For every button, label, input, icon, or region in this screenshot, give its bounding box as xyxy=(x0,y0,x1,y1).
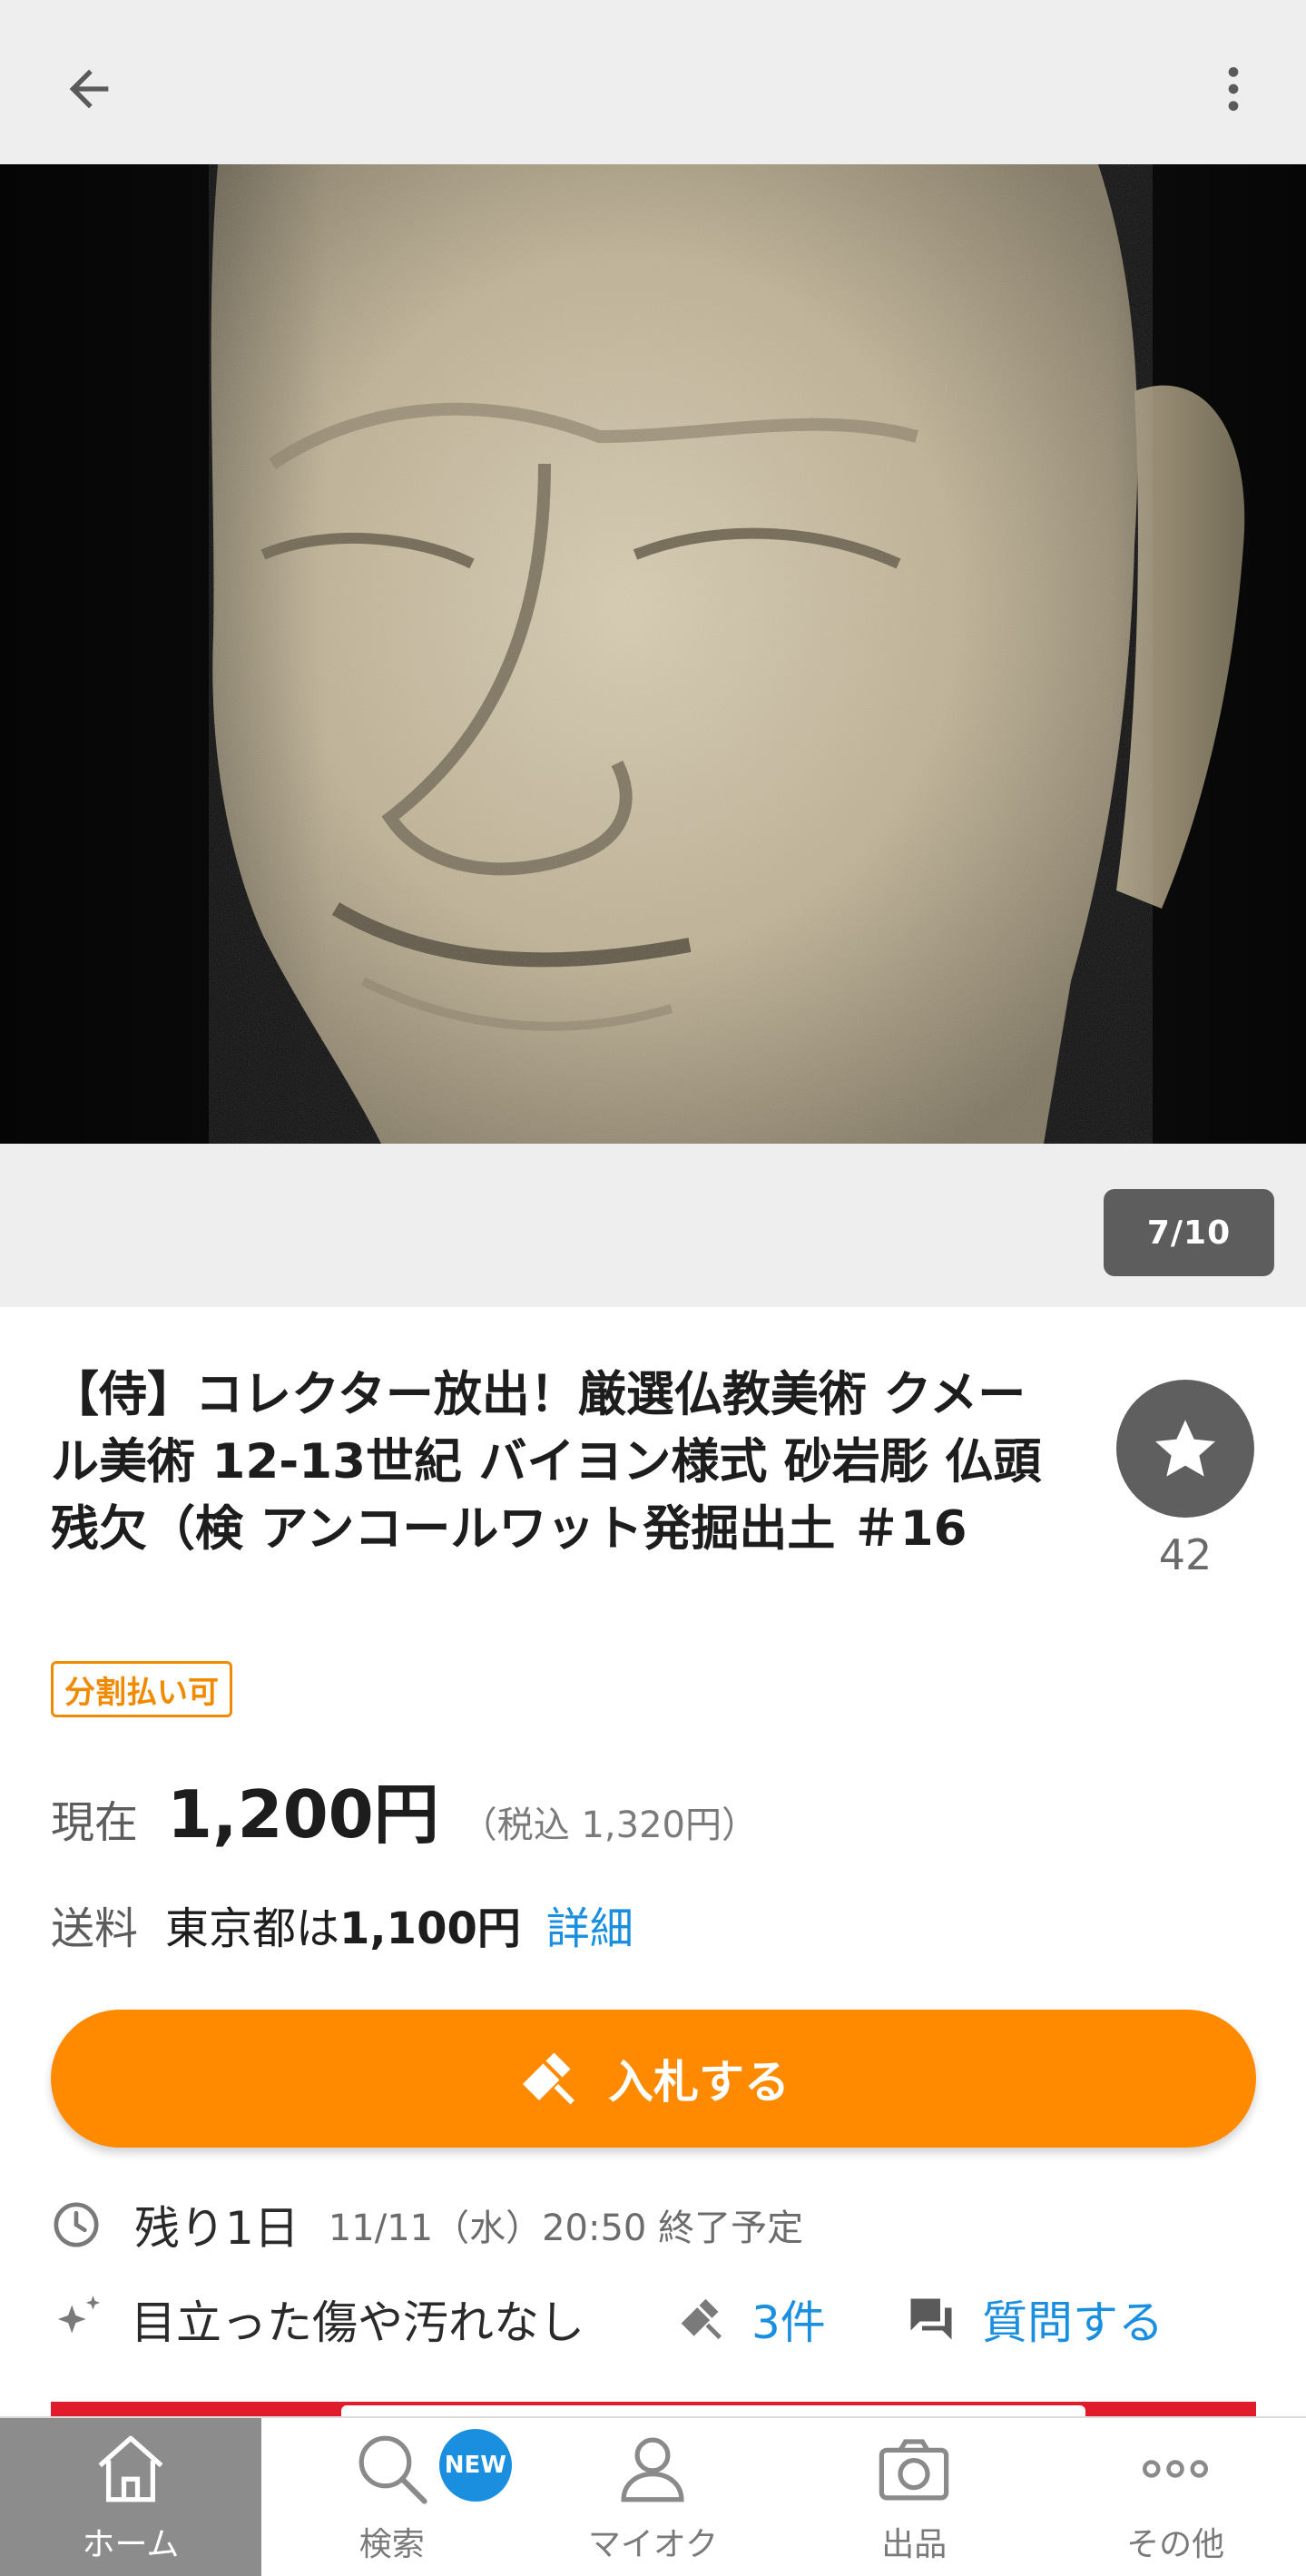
image-counter: 7/10 xyxy=(1104,1189,1274,1276)
arrow-left-icon xyxy=(69,69,109,109)
bid-button[interactable]: 入札する xyxy=(51,2010,1256,2148)
condition-item: 目立った傷や汚れなし xyxy=(51,2283,584,2355)
gavel-icon xyxy=(517,2046,583,2111)
nav-search[interactable]: 検索 NEW xyxy=(261,2418,523,2576)
bottom-navigation: ホーム 検索 NEW マイオク 出品 その他 xyxy=(0,2416,1306,2576)
question-link[interactable]: 質問する xyxy=(904,2283,1164,2355)
home-icon xyxy=(98,2435,163,2502)
nav-sell-label: 出品 xyxy=(881,2526,948,2563)
nav-other-label: その他 xyxy=(1126,2526,1225,2563)
item-title: 【侍】コレクター放出！厳選仏教美術 クメール美術 12-13世紀 バイヨン様式 … xyxy=(51,1367,1042,1557)
nav-search-label: 検索 xyxy=(358,2526,425,2563)
product-photo[interactable] xyxy=(0,164,1306,1144)
nav-myauction[interactable]: マイオク xyxy=(523,2418,784,2576)
clock-icon xyxy=(54,2202,99,2247)
promo-banner[interactable] xyxy=(51,2402,1256,2416)
price-with-tax: （税込 1,320円） xyxy=(460,1804,758,1846)
bid-button-label: 入札する xyxy=(608,2056,790,2109)
new-badge: NEW xyxy=(438,2429,512,2502)
nav-home-label: ホーム xyxy=(82,2526,180,2563)
bid-count: 3件 xyxy=(751,2296,826,2349)
gallery-footer: 7/10 xyxy=(0,1144,1306,1307)
end-time: 11/11（水）20:50 終了予定 xyxy=(328,2207,804,2249)
shipping-label: 送料 xyxy=(51,1903,139,1954)
current-price: 1,200円 xyxy=(167,1776,439,1853)
price-row: 現在 1,200円 （税込 1,320円） xyxy=(51,1761,758,1853)
star-icon xyxy=(1155,1420,1215,1477)
back-button[interactable] xyxy=(53,53,125,125)
nav-myauction-label: マイオク xyxy=(587,2526,719,2563)
remaining-row: 残り1日 11/11（水）20:50 終了予定 xyxy=(51,2190,803,2259)
nav-sell[interactable]: 出品 xyxy=(783,2418,1045,2576)
top-app-bar xyxy=(0,0,1306,164)
condition-text: 目立った傷や汚れなし xyxy=(131,2296,584,2349)
info-row: 目立った傷や汚れなし 3件 質問する xyxy=(51,2283,1256,2355)
sparkle-icon xyxy=(57,2296,101,2334)
search-icon xyxy=(358,2435,427,2504)
gavel-icon xyxy=(681,2298,722,2340)
shipping-value: 東京都は1,100円 xyxy=(165,1893,521,1956)
shipping-amount: 1,100円 xyxy=(339,1903,521,1954)
shipping-row: 送料 東京都は1,100円 詳細 xyxy=(51,1893,633,1956)
more-menu-button[interactable] xyxy=(1197,53,1270,125)
more-vertical-icon xyxy=(1228,67,1239,111)
question-label: 質問する xyxy=(982,2296,1164,2349)
nav-other[interactable]: その他 xyxy=(1045,2418,1306,2576)
shipping-detail-link[interactable]: 詳細 xyxy=(546,1893,633,1956)
more-horizontal-icon xyxy=(1143,2460,1209,2478)
person-icon xyxy=(621,2437,684,2502)
remaining-time: 残り1日 xyxy=(134,2202,299,2255)
watch-count: 42 xyxy=(1158,1530,1213,1579)
bid-count-link[interactable]: 3件 xyxy=(677,2283,826,2355)
installment-badge: 分割払い可 xyxy=(51,1661,232,1717)
chat-icon xyxy=(910,2298,952,2340)
price-label: 現在 xyxy=(51,1797,139,1848)
shipping-prefix: 東京都は xyxy=(165,1903,340,1954)
watchlist-button[interactable] xyxy=(1116,1380,1254,1518)
nav-home[interactable]: ホーム xyxy=(0,2418,261,2576)
camera-icon xyxy=(879,2439,949,2501)
